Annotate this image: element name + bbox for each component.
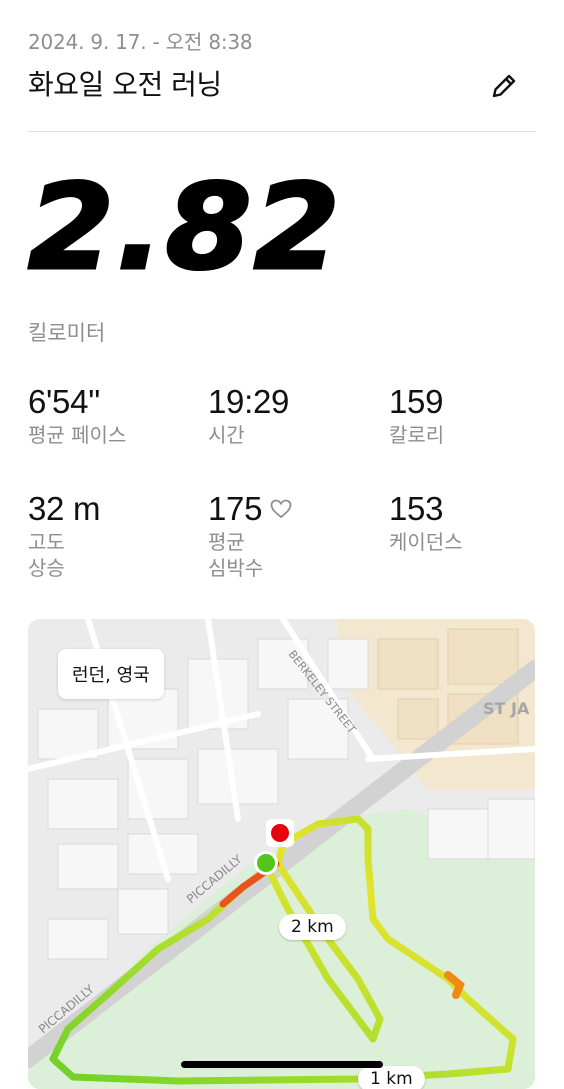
stat-time: 19:29 시간 — [208, 385, 289, 448]
run-title: 화요일 오전 러닝 — [28, 68, 222, 101]
km-marker: 1 km — [358, 1066, 425, 1089]
stat-label: 시간 — [208, 423, 245, 447]
stat-avg-pace: 6'54'' 평균 페이스 — [28, 385, 126, 448]
street-label: ST JA — [483, 699, 530, 718]
stat-label: 평균 심박수 — [208, 530, 264, 580]
stat-calories: 159 칼로리 — [389, 385, 444, 448]
stat-value: 175 — [208, 490, 263, 527]
stat-cadence: 153 케이던스 — [389, 492, 463, 555]
stat-value: 153 — [389, 490, 444, 527]
stat-value: 19:29 — [208, 383, 290, 420]
pencil-icon — [492, 74, 516, 98]
stat-value: 159 — [389, 383, 444, 420]
start-marker — [257, 854, 275, 872]
stat-label: 케이던스 — [389, 530, 463, 554]
distance-unit: 킬로미터 — [28, 321, 106, 345]
home-indicator[interactable] — [181, 1061, 383, 1068]
stat-label: 칼로리 — [389, 423, 445, 447]
end-marker — [271, 824, 289, 842]
stat-elevation: 32 m 고도 상승 — [28, 492, 100, 581]
stat-label: 평균 페이스 — [28, 423, 127, 447]
stat-value: 32 m — [28, 490, 101, 527]
route-map[interactable]: BERKELEY STREET PICCADILLY PICCADILLY ST… — [28, 619, 535, 1089]
distance-value: 2.82 — [26, 158, 343, 296]
stat-label: 고도 상승 — [28, 530, 65, 580]
location-chip: 런던, 영국 — [58, 649, 164, 699]
stat-value: 6'54'' — [28, 383, 101, 420]
run-datetime: 2024. 9. 17. - 오전 8:38 — [28, 30, 253, 54]
km-marker: 2 km — [279, 914, 346, 940]
stat-heart-rate[interactable]: 175 평균 심박수 — [208, 492, 292, 581]
heart-outline-icon[interactable] — [270, 499, 292, 519]
header-divider — [28, 131, 536, 132]
edit-button[interactable] — [484, 66, 524, 106]
